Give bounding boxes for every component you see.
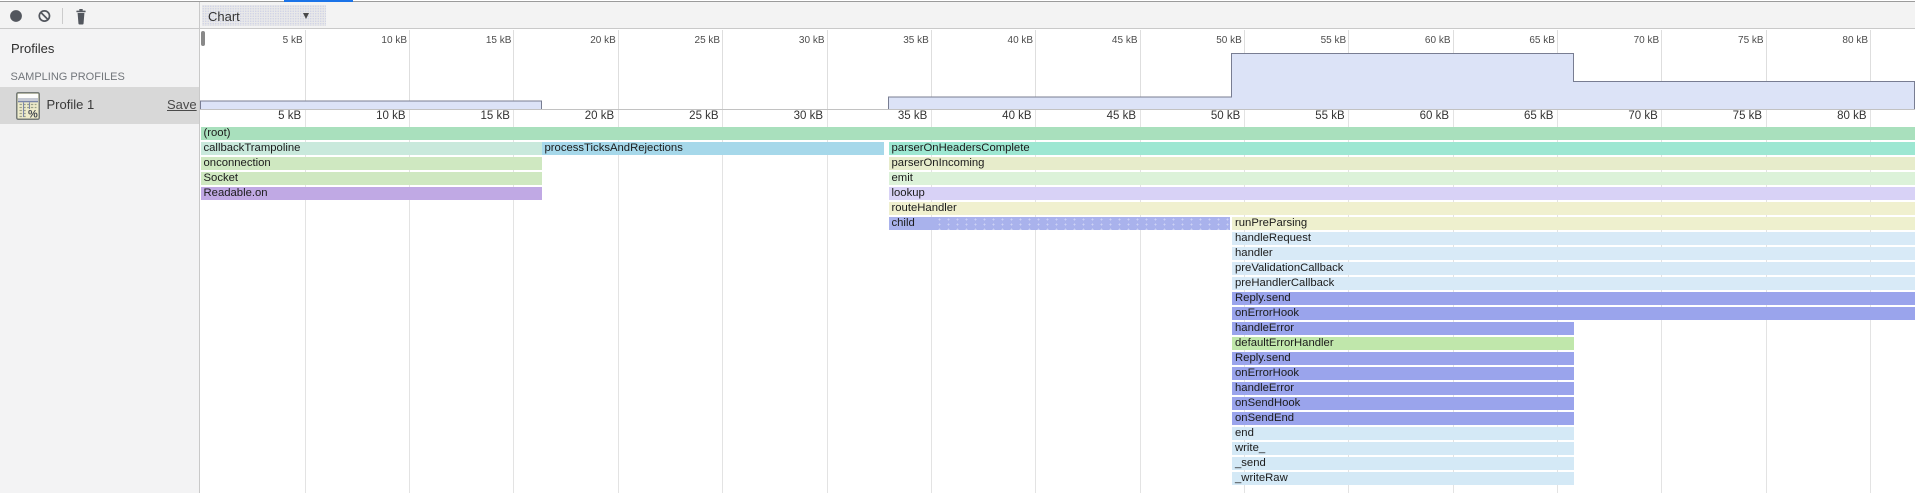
svg-text:%: % (28, 108, 38, 120)
